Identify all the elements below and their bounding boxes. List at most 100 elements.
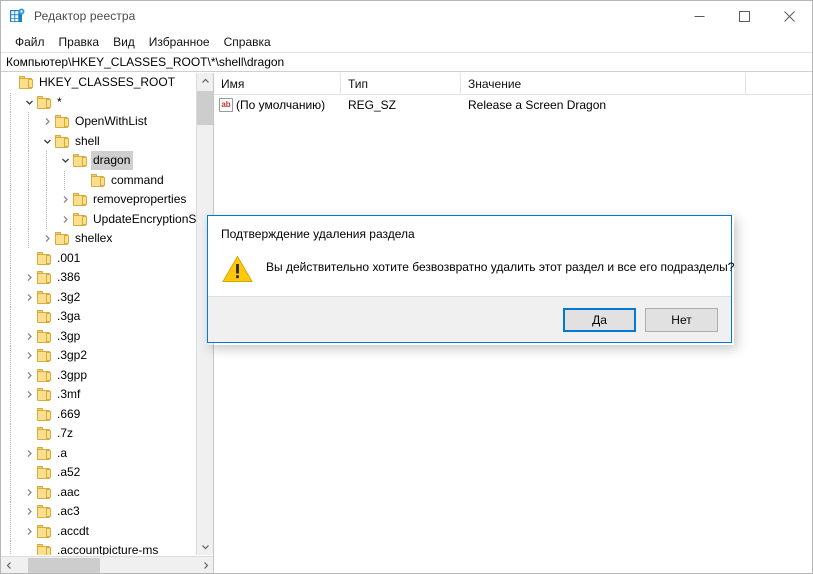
tree-item-label: .aac [57,484,80,499]
tree-item-3mf[interactable]: .3mf [1,385,196,405]
chevron-right-icon[interactable] [21,366,37,385]
chevron-down-icon[interactable] [39,132,55,151]
tree-horizontal-scrollbar[interactable] [1,556,213,574]
tree-item-removeproperties[interactable]: removeproperties [1,190,196,210]
tree-guide-line [10,385,11,405]
scroll-down-icon[interactable] [197,538,213,555]
tree-guide-line [10,307,11,327]
chevron-right-icon[interactable] [21,483,37,502]
menu-item-help[interactable]: Справка [217,33,278,51]
tree-guide-line [28,190,29,210]
menu-item-edit[interactable]: Правка [52,33,107,51]
maximize-button[interactable] [722,1,767,31]
tree-item-hkey-classes-root[interactable]: HKEY_CLASSES_ROOT [1,73,196,93]
tree-item-669[interactable]: .669 [1,404,196,424]
menu-item-view[interactable]: Вид [106,33,142,51]
column-header-value[interactable]: Значение [461,73,746,95]
tree-item-3gpp[interactable]: .3gpp [1,365,196,385]
chevron-right-icon[interactable] [21,346,37,365]
tree-item-3gp2[interactable]: .3gp2 [1,346,196,366]
tree-item-updateencryptionsettings[interactable]: UpdateEncryptionSettings [1,209,196,229]
folder-icon [37,524,52,538]
tree-item-001[interactable]: .001 [1,248,196,268]
column-header-type[interactable]: Тип [341,73,461,95]
folder-icon [37,485,52,499]
tree-item-label: .accountpicture-ms [57,543,159,555]
tree-vertical-scroll-thumb[interactable] [197,91,213,125]
tree-item-shell[interactable]: shell [1,131,196,151]
tree-item-3ga[interactable]: .3ga [1,307,196,327]
tree-item-3g2[interactable]: .3g2 [1,287,196,307]
tree-item-label: shellex [75,231,113,246]
address-bar[interactable]: Компьютер\HKEY_CLASSES_ROOT\*\shell\drag… [1,52,812,72]
tree-guide-line [46,190,47,210]
title-bar: Редактор реестра [1,1,812,31]
folder-icon [73,212,88,226]
chevron-right-icon[interactable] [21,385,37,404]
menu-item-favorites[interactable]: Избранное [142,33,217,51]
scroll-up-icon[interactable] [197,73,213,90]
dialog-no-button[interactable]: Нет [645,307,718,332]
tree-item-label: .ac3 [57,504,80,519]
chevron-right-icon[interactable] [57,210,73,229]
chevron-right-icon[interactable] [21,502,37,521]
tree-guide-line [10,112,11,132]
chevron-right-icon[interactable] [21,327,37,346]
tree-item-openwithlist[interactable]: OpenWithList [1,112,196,132]
tree-item-dragon[interactable]: dragon [1,151,196,171]
tree-item-label: .3gp [57,328,81,343]
value-name-cell: ab (По умолчанию) [214,95,341,115]
values-list[interactable]: ab (По умолчанию) REG_SZ Release a Screen D… [214,95,812,115]
chevron-right-icon[interactable] [21,268,37,287]
folder-icon [37,251,52,265]
scroll-right-icon[interactable] [197,557,213,573]
tree-item-label: UpdateEncryptionSettings [93,211,196,226]
tree-guide-line [10,190,11,210]
tree-item-label: shell [75,133,100,148]
tree-item-label: .386 [57,270,81,285]
scroll-left-icon[interactable] [1,557,18,574]
tree-item-label: .3gpp [57,367,88,382]
tree-item-[interactable]: * [1,92,196,112]
tree-item-7z[interactable]: .7z [1,424,196,444]
tree-guide-line [10,502,11,522]
chevron-right-icon[interactable] [21,444,37,463]
tree-guide-line [10,326,11,346]
folder-icon [55,134,70,148]
folder-icon [55,232,70,246]
registry-tree[interactable]: HKEY_CLASSES_ROOT * OpenWithList shell drago… [1,73,196,555]
tree-item-accountpicture-ms[interactable]: .accountpicture-ms [1,541,196,555]
chevron-right-icon[interactable] [39,229,55,248]
minimize-button[interactable] [677,1,722,31]
tree-guide-line [28,209,29,229]
tree-item-3gp[interactable]: .3gp [1,326,196,346]
folder-icon [37,427,52,441]
tree-item-shellex[interactable]: shellex [1,229,196,249]
tree-item-label: removeproperties [93,192,187,207]
tree-item-ac3[interactable]: .ac3 [1,502,196,522]
chevron-down-icon[interactable] [57,151,73,170]
table-row[interactable]: ab (По умолчанию) REG_SZ Release a Screen D… [214,95,812,115]
tree-item-aac[interactable]: .aac [1,482,196,502]
menu-item-file[interactable]: Файл [8,33,52,51]
tree-item-command[interactable]: command [1,170,196,190]
tree-guide-line [10,521,11,541]
dialog-yes-button[interactable]: Да [563,307,636,332]
tree-item-386[interactable]: .386 [1,268,196,288]
tree-item-a52[interactable]: .a52 [1,463,196,483]
folder-icon [73,193,88,207]
chevron-right-icon[interactable] [57,190,73,209]
close-button[interactable] [767,1,812,31]
chevron-down-icon[interactable] [21,93,37,112]
tree-item-accdt[interactable]: .accdt [1,521,196,541]
column-header-filler [746,73,812,95]
chevron-right-icon[interactable] [39,112,55,131]
chevron-right-icon[interactable] [21,522,37,541]
folder-icon [37,388,52,402]
chevron-right-icon[interactable] [21,288,37,307]
tree-item-a[interactable]: .a [1,443,196,463]
column-header-name[interactable]: Имя [214,73,341,95]
tree-horizontal-scroll-thumb[interactable] [28,558,100,573]
